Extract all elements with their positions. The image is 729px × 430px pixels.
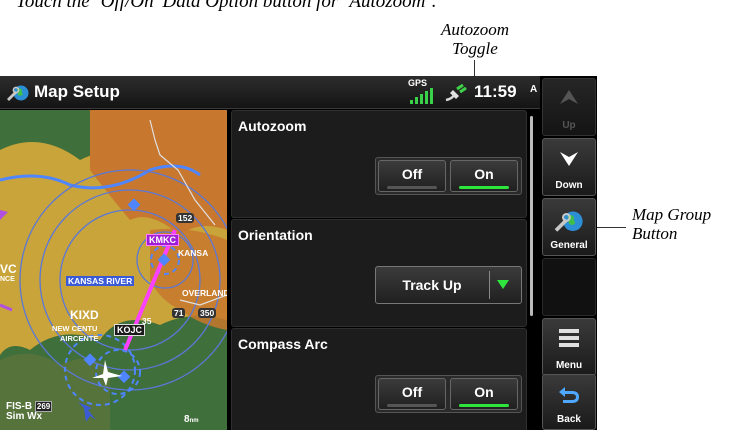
autozoom-off-indicator [387, 186, 437, 189]
highway-71: 71 [172, 308, 186, 318]
map-setup-settings: Autozoom Off On Orientation Track Up Com… [227, 110, 540, 430]
map-label-kansas-city: KANSA [178, 248, 209, 258]
map-graphics [0, 110, 227, 430]
up-label: Up [562, 120, 576, 131]
power-plug-icon [445, 83, 467, 102]
range-unit: nm [189, 418, 199, 424]
chevron-down-icon [497, 280, 509, 289]
setting-orientation: Orientation Track Up [231, 219, 527, 327]
map-label-vc: VC [0, 262, 17, 276]
autozoom-label: Autozoom [238, 118, 307, 134]
autozoom-off-button[interactable]: Off [378, 160, 446, 192]
autozoom-off-label: Off [401, 166, 423, 182]
map-group-leader-line [596, 227, 626, 228]
orientation-label: Orientation [238, 227, 313, 243]
compass-arc-off-indicator [387, 404, 437, 407]
dropdown-divider [489, 271, 490, 299]
map-preview[interactable]: VC NCE KMKC KANSA KANSAS RIVER OVERLAND … [0, 110, 227, 430]
down-button[interactable]: Down [542, 138, 596, 196]
map-label-aircenter: AIRCENTE [60, 334, 99, 343]
airport-kojc[interactable]: KOJC [114, 324, 146, 336]
back-arrow-icon [559, 387, 579, 403]
down-arrow-icon [560, 152, 578, 166]
compass-arc-toggle[interactable]: Off On [375, 375, 522, 413]
settings-scrollbar[interactable] [530, 116, 533, 316]
clock-time: 11:59 [474, 82, 517, 101]
autozoom-on-button[interactable]: On [450, 160, 518, 192]
fisb-status: FIS-B 269 Sim Wx [6, 401, 53, 422]
map-range[interactable]: 8nm [184, 414, 199, 425]
up-arrow-icon [560, 90, 578, 104]
orientation-value: Track Up [402, 277, 462, 293]
gps-label: GPS [408, 78, 428, 88]
map-label-kansas-river: KANSAS RIVER [66, 276, 135, 286]
callout-line: Toggle [452, 39, 498, 58]
empty-softkey [542, 258, 596, 316]
device-screen: Map Setup GPS 11:59 A VC NCE KMKC KANSA … [0, 76, 597, 430]
map-globe-wrench-icon [554, 211, 583, 232]
autozoom-toggle[interactable]: Off On [375, 157, 522, 195]
menu-button[interactable]: Menu [542, 318, 596, 376]
compass-arc-off-label: Off [401, 384, 423, 400]
airport-kixd[interactable]: KIXD [68, 308, 101, 322]
orientation-dropdown[interactable]: Track Up [375, 266, 522, 304]
map-label-new-century: NEW CENTU [52, 324, 98, 333]
fisb-sim-wx: Sim Wx [6, 411, 43, 422]
callout-autozoom-toggle: Autozoom Toggle [415, 20, 535, 58]
autozoom-on-label: On [474, 166, 494, 182]
window-title: Map Setup [34, 82, 120, 101]
menu-label: Menu [555, 360, 583, 371]
map-label-nce: NCE [0, 276, 15, 283]
setting-compass-arc: Compass Arc Off On [231, 328, 527, 430]
compass-arc-on-label: On [474, 384, 494, 400]
setting-autozoom: Autozoom Off On [231, 110, 527, 218]
airport-kmkc[interactable]: KMKC [146, 234, 179, 246]
map-label-overland: OVERLAND [182, 288, 227, 298]
clock-suffix: A [530, 84, 538, 95]
menu-list-icon [559, 329, 579, 347]
gps-status-icon: GPS [408, 78, 436, 106]
compass-arc-label: Compass Arc [238, 336, 328, 352]
back-label: Back [557, 414, 581, 425]
callout-line: Autozoom [441, 20, 509, 39]
softkey-column: Up Down General Menu Back [540, 76, 597, 430]
highway-350: 350 [198, 308, 217, 318]
callout-line: Map Group [632, 205, 712, 224]
autozoom-on-indicator [459, 186, 509, 189]
compass-arc-off-button[interactable]: Off [378, 378, 446, 410]
compass-arc-on-indicator [459, 404, 509, 407]
general-label: General [550, 240, 588, 251]
title-bar: Map Setup GPS 11:59 A [0, 76, 540, 109]
map-globe-wrench-icon [7, 85, 29, 101]
general-map-group-button[interactable]: General [542, 198, 596, 256]
highway-152: 152 [176, 213, 195, 223]
up-button[interactable]: Up [542, 78, 596, 136]
callout-map-group-button: Map Group Button [632, 205, 729, 243]
back-button[interactable]: Back [542, 374, 596, 430]
compass-arc-on-button[interactable]: On [450, 378, 518, 410]
down-label: Down [555, 180, 583, 191]
document-instruction: Touch the ‘Off/On’ Data Option button fo… [16, 0, 437, 12]
callout-line: Button [632, 224, 678, 243]
